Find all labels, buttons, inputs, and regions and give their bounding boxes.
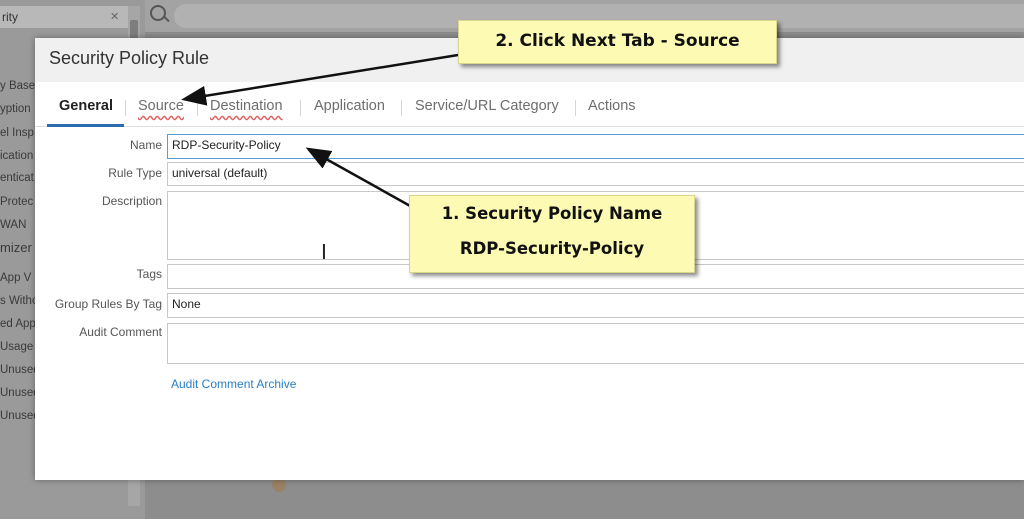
callout-policy-name-line1: 1. Security Policy Name xyxy=(441,204,663,223)
rule-type-select[interactable]: universal (default) xyxy=(167,162,1024,186)
sidebar-item[interactable]: WAN xyxy=(0,219,26,231)
sidebar-item[interactable]: Usage xyxy=(0,341,33,353)
group-rules-by-tag-select[interactable]: None xyxy=(167,293,1024,318)
name-label: Name xyxy=(129,138,162,152)
tab-bar: General Source Destination Application S… xyxy=(35,96,1024,127)
description-label: Description xyxy=(101,194,162,208)
sidebar-item[interactable]: enticat xyxy=(0,172,34,184)
callout-policy-name-line2: RDP-Security-Policy xyxy=(459,239,645,258)
sidebar-item[interactable]: el Insp xyxy=(0,127,34,139)
background-decoration xyxy=(272,478,286,492)
sidebar-item[interactable]: Unused xyxy=(0,364,40,376)
tab-actions[interactable]: Actions xyxy=(588,98,636,114)
sidebar-item[interactable]: Unused xyxy=(0,387,40,399)
text-cursor-icon: I xyxy=(321,240,327,264)
sidebar-item[interactable]: y Base xyxy=(0,80,35,92)
tab-separator xyxy=(125,100,126,116)
rule-type-label: Rule Type xyxy=(108,166,162,180)
search-icon[interactable] xyxy=(150,5,166,21)
sidebar-item[interactable]: yption xyxy=(0,103,31,115)
sidebar-item[interactable]: s Witho xyxy=(0,295,38,307)
active-tab-indicator xyxy=(47,124,124,127)
sidebar-item[interactable]: ication xyxy=(0,150,33,162)
tab-separator xyxy=(401,100,402,116)
sidebar-item[interactable]: Unused xyxy=(0,410,40,422)
sidebar-item[interactable]: App V xyxy=(0,272,31,284)
callout-policy-name: 1. Security Policy Name RDP-Security-Pol… xyxy=(409,195,695,273)
tab-separator xyxy=(300,100,301,116)
audit-comment-label: Audit Comment xyxy=(79,325,162,339)
tab-general[interactable]: General xyxy=(59,98,113,114)
group-rules-by-tag-label: Group Rules By Tag xyxy=(54,297,162,311)
tab-source[interactable]: Source xyxy=(138,98,184,114)
audit-comment-archive-link[interactable]: Audit Comment Archive xyxy=(171,377,296,391)
tab-separator xyxy=(197,100,198,116)
dialog-title: Security Policy Rule xyxy=(49,48,210,68)
tags-label: Tags xyxy=(136,267,162,281)
close-icon[interactable]: ✕ xyxy=(110,10,119,23)
sidebar-item[interactable]: mizer xyxy=(0,240,32,255)
name-field[interactable]: RDP-Security-Policy xyxy=(167,134,1024,159)
callout-click-source-tab: 2. Click Next Tab - Source xyxy=(458,20,777,64)
scrollbar-thumb[interactable] xyxy=(130,20,138,40)
sidebar-top-item[interactable]: rity xyxy=(0,6,128,28)
tab-service-url-category[interactable]: Service/URL Category xyxy=(415,98,559,114)
audit-comment-field[interactable] xyxy=(167,323,1024,364)
tab-application[interactable]: Application xyxy=(314,98,385,114)
sidebar-item[interactable]: ed App xyxy=(0,318,36,330)
tab-destination[interactable]: Destination xyxy=(210,98,283,114)
sidebar-item[interactable]: Protec xyxy=(0,196,33,208)
tab-separator xyxy=(575,100,576,116)
